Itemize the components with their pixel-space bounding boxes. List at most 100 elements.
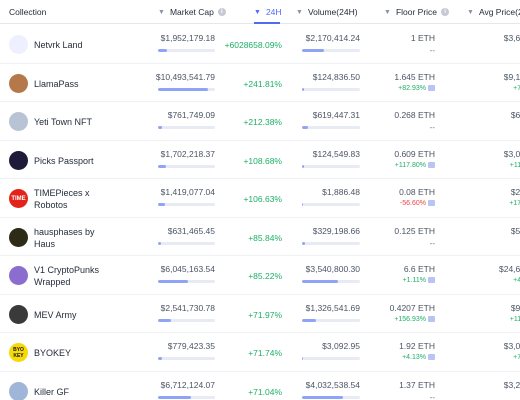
volume-bar [302,280,360,283]
avg-price-value: $97 [510,302,520,313]
floor-price-change: +82.93% [380,85,435,92]
table-row[interactable]: Killer GF $6,712,124.07 +71.04% $4,032,5… [0,372,520,400]
floor-price-change-text: +156.93% [394,315,426,323]
collection-name[interactable]: Picks Passport [34,155,94,167]
avg-price-value: $3,04 [503,148,520,159]
info-icon[interactable]: i [217,8,226,16]
table-row[interactable]: BYO KEY BYOKEY $779,423.35 +71.74% $3,09… [0,333,520,372]
chart-icon[interactable] [428,277,435,284]
market-cap-bar [158,87,215,91]
floor-price-change-text: -- [429,123,435,132]
market-cap-bar [158,126,215,129]
collection-name[interactable]: Yeti Town NFT [34,116,92,128]
floor-price-change: -56.60% [380,200,435,207]
collection-name[interactable]: Killer GF [34,386,69,398]
change-24h-value: +6028658.09% [224,40,282,50]
sort-down-icon: ▼ [296,8,303,16]
table-row[interactable]: Picks Passport $1,702,218.37 +108.68% $1… [0,141,520,179]
avg-price-value: $9,12 [503,71,520,82]
floor-price-value: 0.609 ETH [394,148,435,159]
collection-name-line: Netvrk Land [34,40,83,50]
avg-price-change: +45 [513,277,520,284]
chart-icon[interactable] [428,161,435,168]
table-row[interactable]: Netvrk Land $1,952,179.18 +6028658.09% $… [0,25,520,64]
chart-icon[interactable] [428,200,435,207]
active-sort-indicator [254,22,280,24]
floor-price-change-text: -56.60% [399,200,426,207]
collection-name[interactable]: BYOKEY [34,347,71,359]
market-cap-bar [158,241,215,245]
table-header: Collection ▼ Market Cap i ▼ 24H ▼ Volume(24H… [0,0,520,24]
collection-name[interactable]: LlamaPass [34,78,79,90]
floor-price-change: -- [380,46,435,55]
market-cap-value: $761,749.09 [167,110,215,120]
floor-price-value: 0.08 ETH [399,187,435,197]
floor-price-value: 1.37 ETH [399,379,435,390]
collections-table: Collection ▼ Market Cap i ▼ 24H ▼ Volume(24H… [0,0,520,400]
avg-price-value: $24,65 [499,264,520,274]
volume-value: $3,092.95 [322,341,360,351]
change-24h-value: +108.68% [243,155,282,166]
table-row[interactable]: hausphases by Haus $631,465.45 +85.84% $… [0,218,520,256]
collection-name[interactable]: V1 CryptoPunks Wrapped [34,264,99,288]
market-cap-bar [158,49,215,52]
floor-price-change: +117.80% [380,162,435,169]
avg-price-value: $69 [510,110,520,120]
floor-price-change-text: +4.13% [402,354,426,361]
volume-bar [302,318,360,322]
avg-price-column-header[interactable]: ▼ Avg Price(24 [467,0,520,24]
table-row[interactable]: MEV Army $2,541,730.78 +71.97% $1,326,54… [0,295,520,333]
volume-value: $1,886.48 [322,187,360,197]
market-cap-bar [158,164,215,168]
table-row[interactable]: Yeti Town NFT $761,749.09 +212.38% $619,… [0,102,520,141]
collection-name-line: Haus [34,238,56,249]
market-cap-value: $10,493,541.79 [155,71,215,82]
market-cap-value: $6,712,124.07 [160,379,215,390]
netvrk-logo-icon [9,35,28,54]
market-cap-value: $1,952,179.18 [160,33,215,43]
floor-price-value: 0.125 ETH [394,225,435,236]
volume-value: $619,447.31 [312,110,360,120]
collection-name-line: BYOKEY [34,348,72,358]
collection-name-line: Yeti Town NFT [34,117,93,127]
floor-price-value: 0.4207 ETH [389,302,435,313]
avg-price-value: $22 [510,187,520,197]
collection-name-line: TIMEPieces x [34,188,90,198]
change-24h-column-header[interactable]: ▼ 24H [254,0,282,24]
volume-value: $4,032,538.54 [305,379,360,390]
floor-price-change-text: +1.11% [402,277,426,284]
sort-down-icon: ▼ [384,8,391,16]
table-row[interactable]: LlamaPass $10,493,541.79 +241.81% $124,8… [0,64,520,102]
change-24h-value: +85.22% [248,271,282,281]
floor-price-change-text: -- [429,392,435,400]
chart-icon[interactable] [428,84,435,91]
collection-name[interactable]: Netvrk Land [34,39,83,51]
collection-name[interactable]: TIMEPieces x Robotos [34,187,90,211]
market-cap-column-header[interactable]: ▼ Market Cap i [158,0,226,24]
volume-value: $329,198.66 [312,225,360,236]
info-icon[interactable]: i [441,8,450,16]
collection-header-label: Collection [9,7,47,17]
floor-price-column-header[interactable]: ▼ Floor Price i [384,0,450,24]
volume-column-header[interactable]: ▼ Volume(24H) [296,0,358,24]
volume-bar [302,49,360,52]
picks-passport-icon [9,150,28,170]
volume-bar [302,395,360,399]
chart-icon[interactable] [428,315,435,322]
volume-bar [302,164,360,168]
table-row[interactable]: V1 CryptoPunks Wrapped $6,045,163.54 +85… [0,256,520,295]
volume-value: $1,326,541.69 [305,302,360,313]
change-24h-value: +212.38% [243,117,282,127]
collection-name[interactable]: hausphases by Haus [34,226,95,250]
volume-bar [302,126,360,129]
yeti-avatar-icon [9,112,28,131]
floor-price-value: 1 ETH [410,33,435,43]
avatar-logo-text: BYO KEY [13,346,24,359]
market-cap-bar [158,203,215,206]
avg-price-value: $3,09 [503,341,520,351]
chart-icon[interactable] [428,354,435,361]
collection-name[interactable]: MEV Army [34,309,77,321]
floor-price-change: +4.13% [380,354,435,361]
table-row[interactable]: TIME TIMEPieces x Robotos $1,419,077.04 … [0,179,520,218]
volume-bar [302,241,360,245]
